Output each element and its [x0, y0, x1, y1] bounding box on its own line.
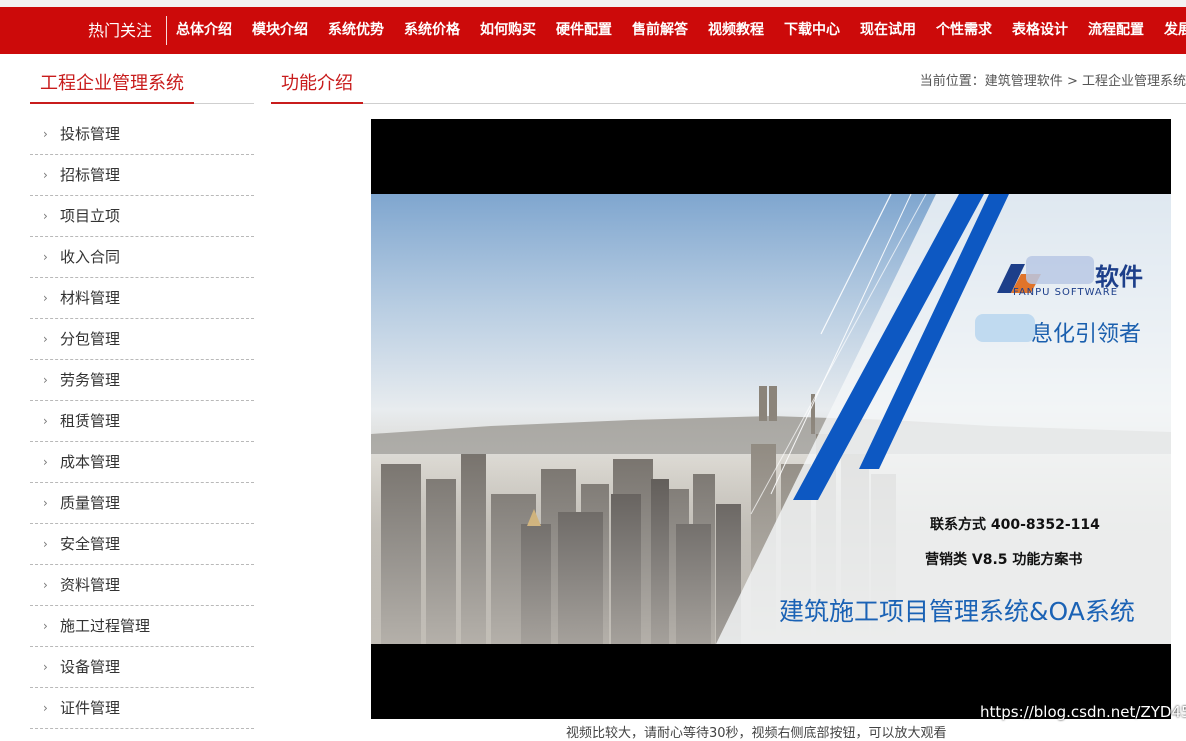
nav-item[interactable]: 模块介绍 — [252, 7, 308, 54]
top-strip — [0, 0, 1186, 7]
sidebar-item[interactable]: › 安全管理 — [30, 524, 254, 565]
sidebar-item[interactable]: › 材料管理 — [30, 278, 254, 319]
breadcrumb-separator: > — [1062, 74, 1082, 89]
breadcrumb: 当前位置：建筑管理软件 > 工程企业管理系统 — [920, 70, 1186, 94]
sidebar-item[interactable]: › 项目立项 — [30, 196, 254, 237]
sidebar-menu: › 投标管理 › 招标管理 › 项目立项 › 收入合同 › 材料管理 › 分包管理 › 劳务管理 › 租赁管理… — [30, 114, 254, 729]
video-player[interactable]: 软件 FANPU SOFTWARE 息化引领者 联系方式 400-8352-11… — [371, 119, 1171, 719]
chevron-right-icon: › — [43, 168, 48, 182]
chevron-right-icon: › — [43, 127, 48, 141]
sidebar-item-label: 分包管理 — [60, 330, 121, 348]
chevron-right-icon: › — [43, 414, 48, 428]
top-nav-bar: 热门关注 总体介绍 模块介绍 系统优势 系统价格 如何购买 硬件配置 售前解答 视频教程 下载中… — [0, 7, 1186, 54]
sidebar-item[interactable]: › 投标管理 — [30, 114, 254, 155]
breadcrumb-link-system[interactable]: 工程企业管理系统 — [1082, 74, 1186, 89]
chevron-right-icon: › — [43, 496, 48, 510]
nav-item[interactable]: 表格设计 — [1012, 7, 1068, 54]
nav-hot-label: 热门关注 — [88, 21, 153, 40]
nav-divider — [166, 16, 167, 45]
sidebar-item[interactable]: › 收入合同 — [30, 237, 254, 278]
sidebar-item-label: 项目立项 — [60, 207, 121, 225]
sidebar-item[interactable]: › 劳务管理 — [30, 360, 254, 401]
nav-item[interactable]: 硬件配置 — [556, 7, 612, 54]
sidebar-item-label: 招标管理 — [60, 166, 121, 184]
nav-item[interactable]: 如何购买 — [480, 7, 536, 54]
nav-item[interactable]: 现在试用 — [860, 7, 916, 54]
breadcrumb-link-software[interactable]: 建筑管理软件 — [985, 74, 1063, 89]
nav-item[interactable]: 个性需求 — [936, 7, 992, 54]
nav-item[interactable]: 视频教程 — [708, 7, 764, 54]
chevron-right-icon: › — [43, 209, 48, 223]
nav-item[interactable]: 流程配置 — [1088, 7, 1144, 54]
nav-items: 总体介绍 模块介绍 系统优势 系统价格 如何购买 硬件配置 售前解答 视频教程 下载中心 现在试用… — [176, 7, 1186, 54]
sidebar-item[interactable]: › 分包管理 — [30, 319, 254, 360]
slogan-text: 息化引领者 — [1031, 322, 1142, 347]
chevron-right-icon: › — [43, 578, 48, 592]
contact-text: 联系方式 400-8352-114 — [930, 517, 1100, 533]
sidebar-item[interactable]: › 成本管理 — [30, 442, 254, 483]
nav-item[interactable]: 发展 — [1164, 7, 1186, 54]
sidebar-item[interactable]: › 资料管理 — [30, 565, 254, 606]
sidebar-item-label: 证件管理 — [60, 699, 121, 717]
nav-item[interactable]: 系统价格 — [404, 7, 460, 54]
sidebar-header: 工程企业管理系统 — [30, 70, 254, 104]
sidebar-item[interactable]: › 招标管理 — [30, 155, 254, 196]
sidebar-item[interactable]: › 设备管理 — [30, 647, 254, 688]
chevron-right-icon: › — [43, 332, 48, 346]
video-frame: 软件 FANPU SOFTWARE 息化引领者 联系方式 400-8352-11… — [371, 194, 1171, 644]
sidebar-item-label: 安全管理 — [60, 535, 121, 553]
sidebar-item-label: 成本管理 — [60, 453, 121, 471]
sidebar-item[interactable]: › 租赁管理 — [30, 401, 254, 442]
sidebar-item-label: 材料管理 — [60, 289, 121, 307]
breadcrumb-prefix: 当前位置： — [919, 74, 985, 89]
sidebar-item-label: 收入合同 — [60, 248, 121, 266]
chevron-right-icon: › — [43, 291, 48, 305]
sidebar-item-label: 租赁管理 — [60, 412, 121, 430]
chevron-right-icon: › — [43, 250, 48, 264]
sidebar-item[interactable]: › 质量管理 — [30, 483, 254, 524]
product-title: 建筑施工项目管理系统&OA系统 — [779, 597, 1135, 626]
chevron-right-icon: › — [43, 660, 48, 674]
chevron-right-icon: › — [43, 701, 48, 715]
sidebar-item-label: 设备管理 — [60, 658, 121, 676]
sidebar-item-label: 劳务管理 — [60, 371, 121, 389]
nav-item[interactable]: 总体介绍 — [176, 7, 232, 54]
sidebar-item[interactable]: › 证件管理 — [30, 688, 254, 729]
nav-item[interactable]: 售前解答 — [632, 7, 688, 54]
chevron-right-icon: › — [43, 537, 48, 551]
sidebar-item-label: 施工过程管理 — [60, 617, 151, 635]
chevron-right-icon: › — [43, 619, 48, 633]
sidebar-title: 工程企业管理系统 — [30, 70, 194, 104]
chevron-right-icon: › — [43, 373, 48, 387]
chevron-right-icon: › — [43, 455, 48, 469]
sidebar-item-label: 质量管理 — [60, 494, 121, 512]
nav-item[interactable]: 下载中心 — [784, 7, 840, 54]
page-title: 功能介绍 — [271, 70, 363, 104]
logo-subtitle: FANPU SOFTWARE — [1013, 287, 1119, 298]
promo-text-layer: 软件 FANPU SOFTWARE 息化引领者 联系方式 400-8352-11… — [371, 194, 1171, 644]
version-text: 营销类 V8.5 功能方案书 — [925, 552, 1083, 568]
nav-item[interactable]: 系统优势 — [328, 7, 384, 54]
watermark-text: https://blog.csdn.net/ZYD45 — [980, 703, 1186, 721]
content-header: 功能介绍 当前位置：建筑管理软件 > 工程企业管理系统 — [271, 70, 1186, 104]
sidebar-item[interactable]: › 施工过程管理 — [30, 606, 254, 647]
sidebar-item-label: 资料管理 — [60, 576, 121, 594]
sidebar-item-label: 投标管理 — [60, 125, 121, 143]
